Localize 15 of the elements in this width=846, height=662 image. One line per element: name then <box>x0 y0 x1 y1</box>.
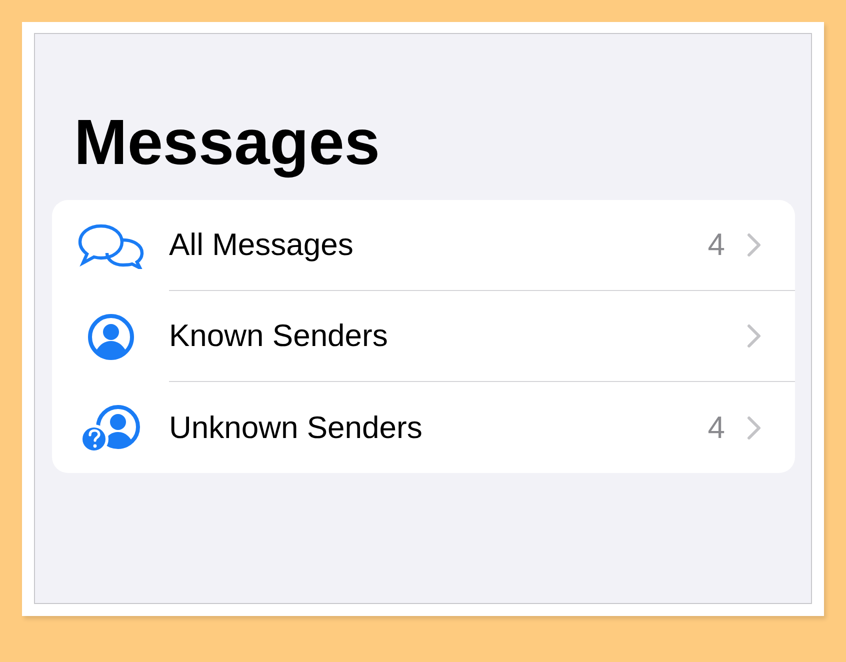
chat-bubbles-icon <box>76 222 144 268</box>
person-question-icon <box>80 402 142 452</box>
count: 4 <box>708 410 725 446</box>
chevron-icon[interactable] <box>747 324 761 348</box>
row-label: Unknown Senders <box>169 410 424 446</box>
list-row[interactable]: All Messages 4 <box>52 200 795 291</box>
page-title: Messages <box>74 105 381 180</box>
list-row[interactable]: Known Senders <box>52 291 795 382</box>
count: 4 <box>708 227 725 263</box>
list-row[interactable]: Unknown Senders 4 <box>52 382 795 473</box>
chevron-icon[interactable] <box>747 233 761 257</box>
person-icon <box>86 312 134 360</box>
chevron-icon[interactable] <box>747 416 761 440</box>
row-label: All Messages <box>169 227 354 263</box>
row-label: Known Senders <box>169 318 389 354</box>
